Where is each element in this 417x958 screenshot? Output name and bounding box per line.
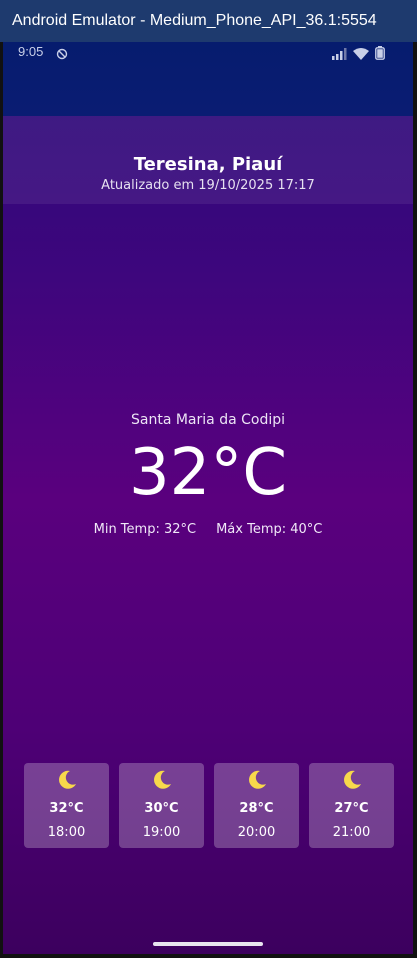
status-bar: 9:05 (3, 42, 413, 116)
forecast-hour: 21:00 (332, 825, 371, 840)
current-temperature: 32°C (128, 436, 288, 510)
moon-icon (214, 769, 299, 791)
wifi-icon (353, 45, 369, 64)
window-title: Android Emulator - Medium_Phone_API_36.1… (12, 12, 377, 29)
forecast-temp: 27°C (334, 801, 369, 816)
moon-icon (309, 769, 394, 791)
moon-icon (119, 769, 204, 791)
forecast-card[interactable]: 27°C 21:00 (309, 763, 394, 848)
last-updated: Atualizado em 19/10/2025 17:17 (101, 178, 315, 193)
moon-icon (24, 769, 109, 791)
city-name: Teresina, Piauí (133, 154, 283, 175)
battery-icon (375, 45, 385, 64)
forecast-temp: 28°C (239, 801, 274, 816)
location-header: Teresina, Piauí Atualizado em 19/10/2025… (3, 116, 413, 204)
forecast-hour: 20:00 (237, 825, 276, 840)
phone-screen: 9:05 Teresina, Piauí Atualizado em 19/10… (3, 42, 413, 954)
min-temp: Min Temp: 32°C (93, 522, 197, 537)
forecast-temp: 32°C (49, 801, 84, 816)
min-max-temperatures: Min Temp: 32°C Máx Temp: 40°C (3, 522, 413, 537)
home-indicator[interactable] (153, 942, 263, 946)
forecast-card[interactable]: 28°C 20:00 (214, 763, 299, 848)
current-weather: Santa Maria da Codipi 32°C Min Temp: 32°… (3, 412, 413, 537)
forecast-temp: 30°C (144, 801, 179, 816)
emulator-window: Android Emulator - Medium_Phone_API_36.1… (0, 0, 417, 958)
forecast-hour: 18:00 (47, 825, 86, 840)
hourly-forecast: 32°C 18:00 30°C 19:00 28°C 20:00 27°C 21… (24, 763, 394, 848)
locality-name: Santa Maria da Codipi (131, 412, 285, 428)
signal-icon (331, 45, 347, 64)
forecast-card[interactable]: 30°C 19:00 (119, 763, 204, 848)
status-time: 9:05 (18, 44, 44, 59)
window-title-bar[interactable]: Android Emulator - Medium_Phone_API_36.1… (0, 0, 417, 42)
forecast-hour: 19:00 (142, 825, 181, 840)
do-not-disturb-icon (56, 45, 68, 60)
max-temp: Máx Temp: 40°C (216, 522, 323, 537)
forecast-card[interactable]: 32°C 18:00 (24, 763, 109, 848)
